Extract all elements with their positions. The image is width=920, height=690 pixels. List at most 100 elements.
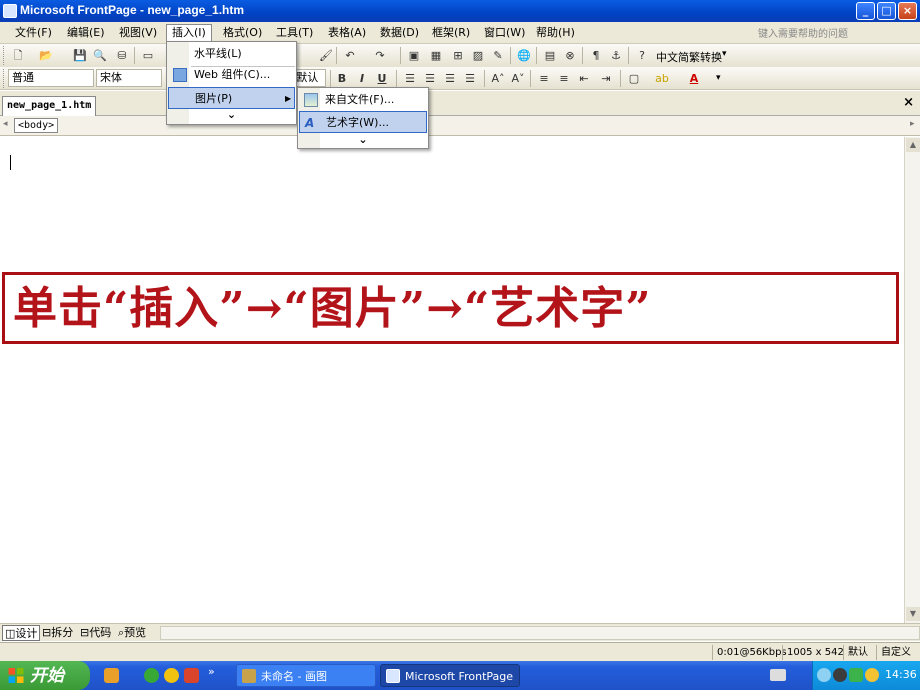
drawing-icon[interactable]: ✎	[490, 48, 506, 63]
maximize-button[interactable]: □	[877, 2, 896, 20]
shield-icon[interactable]	[849, 668, 863, 682]
decrease-font-icon[interactable]: A˅	[510, 71, 526, 86]
menu-edit[interactable]: 编辑(E)	[62, 25, 110, 41]
menu-item-wordart[interactable]: A 艺术字(W)...	[299, 111, 427, 133]
chevron-left-icon[interactable]: ◂	[3, 119, 8, 129]
tab-design[interactable]: ◫设计	[2, 625, 41, 641]
convert-button[interactable]: 中文简繁转换	[656, 49, 722, 65]
scroll-up-icon[interactable]: ▲	[906, 138, 920, 152]
body-tag-button[interactable]: <body>	[14, 118, 59, 133]
style-select[interactable]: 普通	[8, 69, 94, 87]
refresh-icon[interactable]: ▤	[542, 48, 558, 63]
italic-button[interactable]: I	[354, 71, 370, 86]
quicklaunch-icon[interactable]	[184, 668, 199, 683]
publish-icon[interactable]: ⛁	[114, 48, 130, 63]
font-select[interactable]: 宋体	[96, 69, 162, 87]
menu-file[interactable]: 文件(F)	[10, 25, 57, 41]
menu-table[interactable]: 表格(A)	[323, 25, 371, 41]
anchor-icon[interactable]: ⚓	[608, 48, 624, 63]
underline-button[interactable]: U	[374, 71, 390, 86]
insert-picture-icon[interactable]: ▨	[470, 48, 486, 63]
menu-item-label: 水平线(L)	[194, 47, 242, 60]
web-component-icon[interactable]: ▣	[406, 48, 422, 63]
menu-bar: 文件(F) 编辑(E) 视图(V) 插入(I) 格式(O) 工具(T) 表格(A…	[0, 22, 920, 44]
increase-font-icon[interactable]: A˄	[490, 71, 506, 86]
border-icon[interactable]: ▢	[626, 71, 642, 86]
decrease-indent-icon[interactable]: ⇤	[576, 71, 592, 86]
design-canvas[interactable]	[0, 137, 904, 623]
tab-document[interactable]: new_page_1.htm	[2, 96, 97, 116]
vertical-scrollbar[interactable]: ▲ ▼	[904, 137, 920, 623]
open-icon[interactable]: 📂	[38, 48, 54, 63]
bullets-icon[interactable]: ≡	[556, 71, 572, 86]
paint-icon	[242, 669, 256, 683]
justify-icon[interactable]: ☰	[462, 71, 478, 86]
menu-item-from-file[interactable]: 来自文件(F)...	[299, 89, 427, 111]
menu-item-web-component[interactable]: Web 组件(C)...	[168, 64, 295, 86]
insert-table-icon[interactable]: ▦	[428, 48, 444, 63]
tray-app-icon[interactable]	[833, 668, 847, 682]
instruction-text: 单击“插入”→“图片”→“艺术字”	[13, 283, 652, 334]
start-button[interactable]: 开始	[0, 661, 90, 690]
custom-indicator: 自定义	[876, 645, 911, 660]
code-icon: ⊟	[80, 626, 90, 639]
menu-window[interactable]: 窗口(W)	[479, 25, 530, 41]
menu-help[interactable]: 帮助(H)	[531, 25, 580, 41]
quicklaunch-icon[interactable]	[164, 668, 179, 683]
insert-menu-dropdown: 水平线(L) Web 组件(C)... 图片(P) ▶ ⌄	[166, 41, 297, 125]
align-right-icon[interactable]: ☰	[442, 71, 458, 86]
search-icon[interactable]: 🔍	[92, 48, 108, 63]
quicklaunch-app-icon[interactable]	[104, 668, 119, 683]
tab-split[interactable]: ⊟拆分	[40, 625, 75, 641]
expand-menu-icon[interactable]: ⌄	[298, 133, 428, 146]
chevron-right-icon[interactable]: ▸	[910, 119, 915, 129]
minimize-button[interactable]: _	[856, 2, 875, 20]
close-button[interactable]: ×	[898, 2, 917, 20]
stop-icon[interactable]: ⊗	[562, 48, 578, 63]
undo-icon[interactable]: ↶	[342, 48, 358, 63]
menu-item-picture[interactable]: 图片(P) ▶	[168, 87, 295, 109]
show-all-icon[interactable]: ¶	[588, 48, 604, 63]
horizontal-scrollbar[interactable]	[160, 626, 920, 640]
keyboard-icon[interactable]	[770, 669, 786, 681]
chevron-down-icon[interactable]: ▾	[722, 49, 727, 59]
help-search-box[interactable]: 键入需要帮助的问题	[758, 25, 916, 41]
tab-code[interactable]: ⊟代码	[78, 625, 113, 641]
close-document-button[interactable]: ×	[903, 95, 914, 110]
increase-indent-icon[interactable]: ⇥	[598, 71, 614, 86]
help-icon[interactable]: ?	[634, 48, 650, 63]
insert-layer-icon[interactable]: ⊞	[450, 48, 466, 63]
tab-preview[interactable]: ⌕预览	[116, 625, 148, 641]
menu-tools[interactable]: 工具(T)	[271, 25, 318, 41]
browser-icon[interactable]	[144, 668, 159, 683]
align-left-icon[interactable]: ☰	[402, 71, 418, 86]
chevron-right-icon[interactable]: »	[208, 665, 215, 678]
chevron-down-icon[interactable]: ▾	[716, 73, 721, 83]
menu-data[interactable]: 数据(D)	[375, 25, 424, 41]
toolbar-grip[interactable]	[3, 69, 6, 88]
tray-app-icon[interactable]	[865, 668, 879, 682]
expand-menu-icon[interactable]: ⌄	[167, 108, 296, 121]
hyperlink-icon[interactable]: 🌐	[516, 48, 532, 63]
new-page-icon[interactable]: 🗋	[10, 48, 26, 63]
scroll-down-icon[interactable]: ▼	[906, 607, 920, 621]
font-color-icon[interactable]: A	[686, 71, 702, 86]
network-icon[interactable]	[817, 668, 831, 682]
menu-view[interactable]: 视图(V)	[114, 25, 162, 41]
save-icon[interactable]: 💾	[72, 48, 88, 63]
menu-frames[interactable]: 框架(R)	[427, 25, 475, 41]
menu-format[interactable]: 格式(O)	[218, 25, 267, 41]
format-painter-icon[interactable]: 🖌	[318, 48, 334, 63]
menu-item-label: 艺术字(W)...	[326, 116, 389, 129]
highlight-icon[interactable]: ab	[654, 71, 670, 86]
taskbar-item-paint[interactable]: 未命名 - 画图	[236, 664, 376, 687]
print-icon[interactable]: ▭	[140, 48, 156, 63]
mode-indicator: 默认	[843, 645, 868, 660]
menu-item-horizontal-line[interactable]: 水平线(L)	[168, 43, 295, 65]
align-center-icon[interactable]: ☰	[422, 71, 438, 86]
redo-icon[interactable]: ↷	[372, 48, 388, 63]
toolbar-grip[interactable]	[3, 46, 6, 65]
numbering-icon[interactable]: ≡	[536, 71, 552, 86]
taskbar-item-frontpage[interactable]: Microsoft FrontPage -...	[380, 664, 520, 687]
bold-button[interactable]: B	[334, 71, 350, 86]
